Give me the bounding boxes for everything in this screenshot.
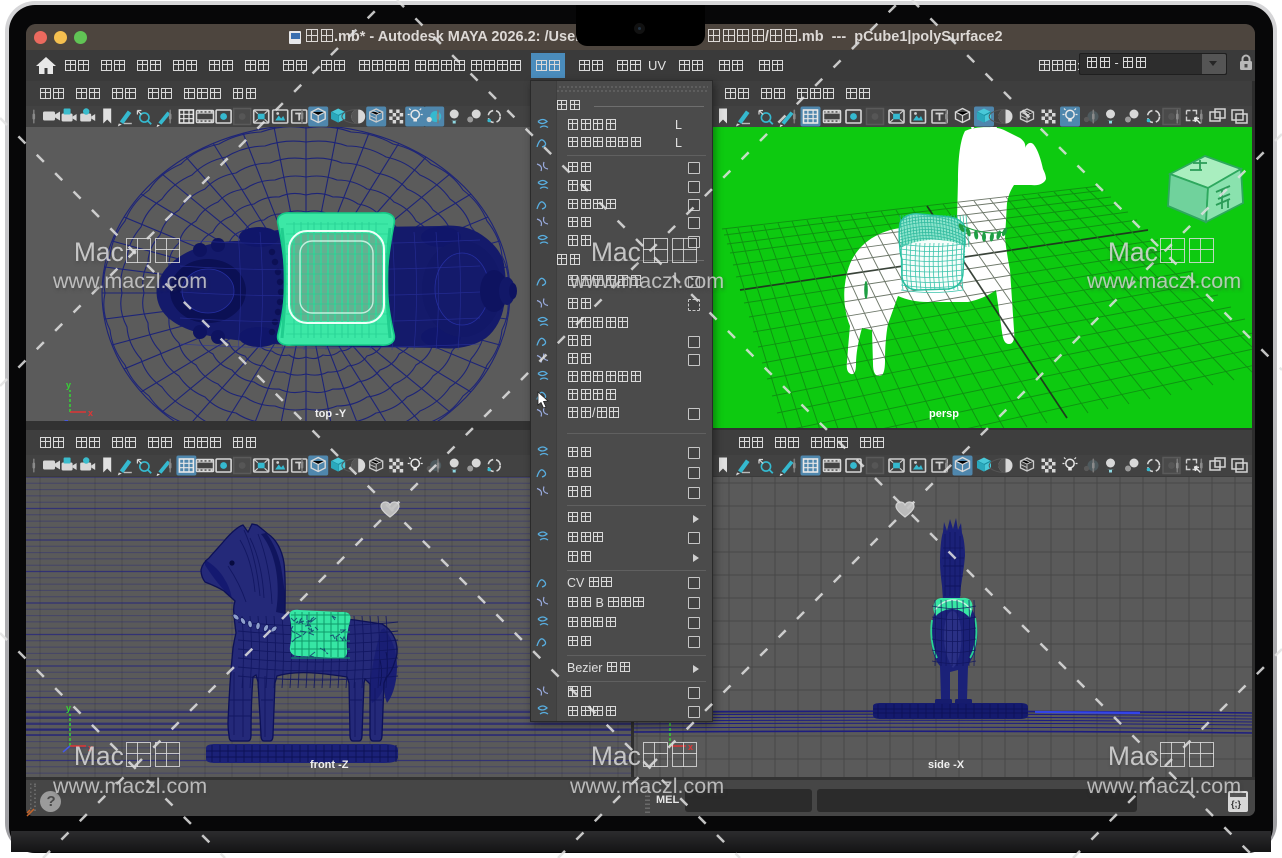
svg-text:y: y bbox=[66, 380, 71, 390]
svg-text:persp: persp bbox=[929, 408, 959, 420]
svg-text:front -Z: front -Z bbox=[310, 759, 349, 771]
svg-text:x: x bbox=[88, 408, 93, 418]
svg-text:top -Y: top -Y bbox=[315, 408, 347, 420]
svg-text:y: y bbox=[66, 703, 71, 713]
svg-text:side -X: side -X bbox=[928, 759, 965, 771]
